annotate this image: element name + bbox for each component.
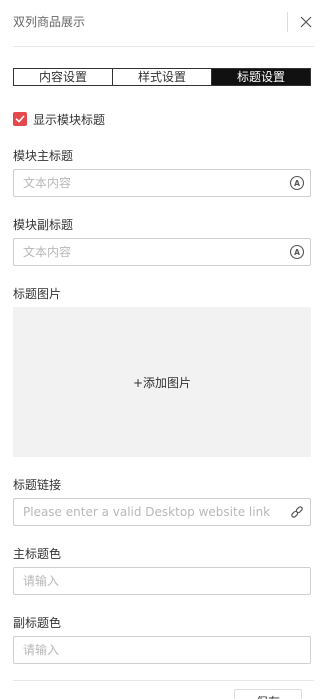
font-style-icon[interactable]: A <box>289 244 305 260</box>
font-style-icon[interactable]: A <box>289 175 305 191</box>
svg-text:A: A <box>294 179 300 188</box>
sub-title-color-label: 副标题色 <box>13 616 62 630</box>
show-title-row: 显示模块标题 <box>13 111 105 127</box>
footer-divider <box>13 680 314 681</box>
link-icon[interactable] <box>289 504 305 520</box>
show-title-checkbox[interactable] <box>13 112 27 126</box>
settings-tabs: 内容设置 样式设置 标题设置 <box>13 68 311 86</box>
title-link-input[interactable] <box>13 498 311 526</box>
add-image-area[interactable]: +添加图片 <box>13 307 311 457</box>
panel-title: 双列商品展示 <box>13 15 86 29</box>
sub-title-input[interactable] <box>13 238 311 266</box>
title-link-label: 标题链接 <box>13 478 62 492</box>
header-divider <box>287 12 288 32</box>
main-title-color-label: 主标题色 <box>13 547 62 561</box>
main-title-label: 模块主标题 <box>13 149 74 163</box>
svg-text:A: A <box>294 248 300 257</box>
sub-title-label: 模块副标题 <box>13 218 74 232</box>
header-bottom-divider <box>13 46 314 47</box>
main-title-color-input[interactable] <box>13 567 311 595</box>
save-button[interactable]: 保存 <box>234 689 302 699</box>
title-image-label: 标题图片 <box>13 287 62 301</box>
tab-style-settings[interactable]: 样式设置 <box>113 69 212 85</box>
panel-header: 双列商品展示 <box>0 0 327 46</box>
show-title-label: 显示模块标题 <box>33 112 106 127</box>
close-icon[interactable] <box>298 14 314 30</box>
add-image-label: +添加图片 <box>132 375 192 390</box>
sub-title-color-input[interactable] <box>13 636 311 664</box>
settings-panel: 双列商品展示 内容设置 样式设置 标题设置 显示模块标题 模块主标题 A 模块副… <box>0 0 327 699</box>
main-title-input[interactable] <box>13 169 311 197</box>
checkmark-icon <box>15 115 25 123</box>
tab-title-settings[interactable]: 标题设置 <box>212 69 310 85</box>
tab-content-settings[interactable]: 内容设置 <box>14 69 113 85</box>
